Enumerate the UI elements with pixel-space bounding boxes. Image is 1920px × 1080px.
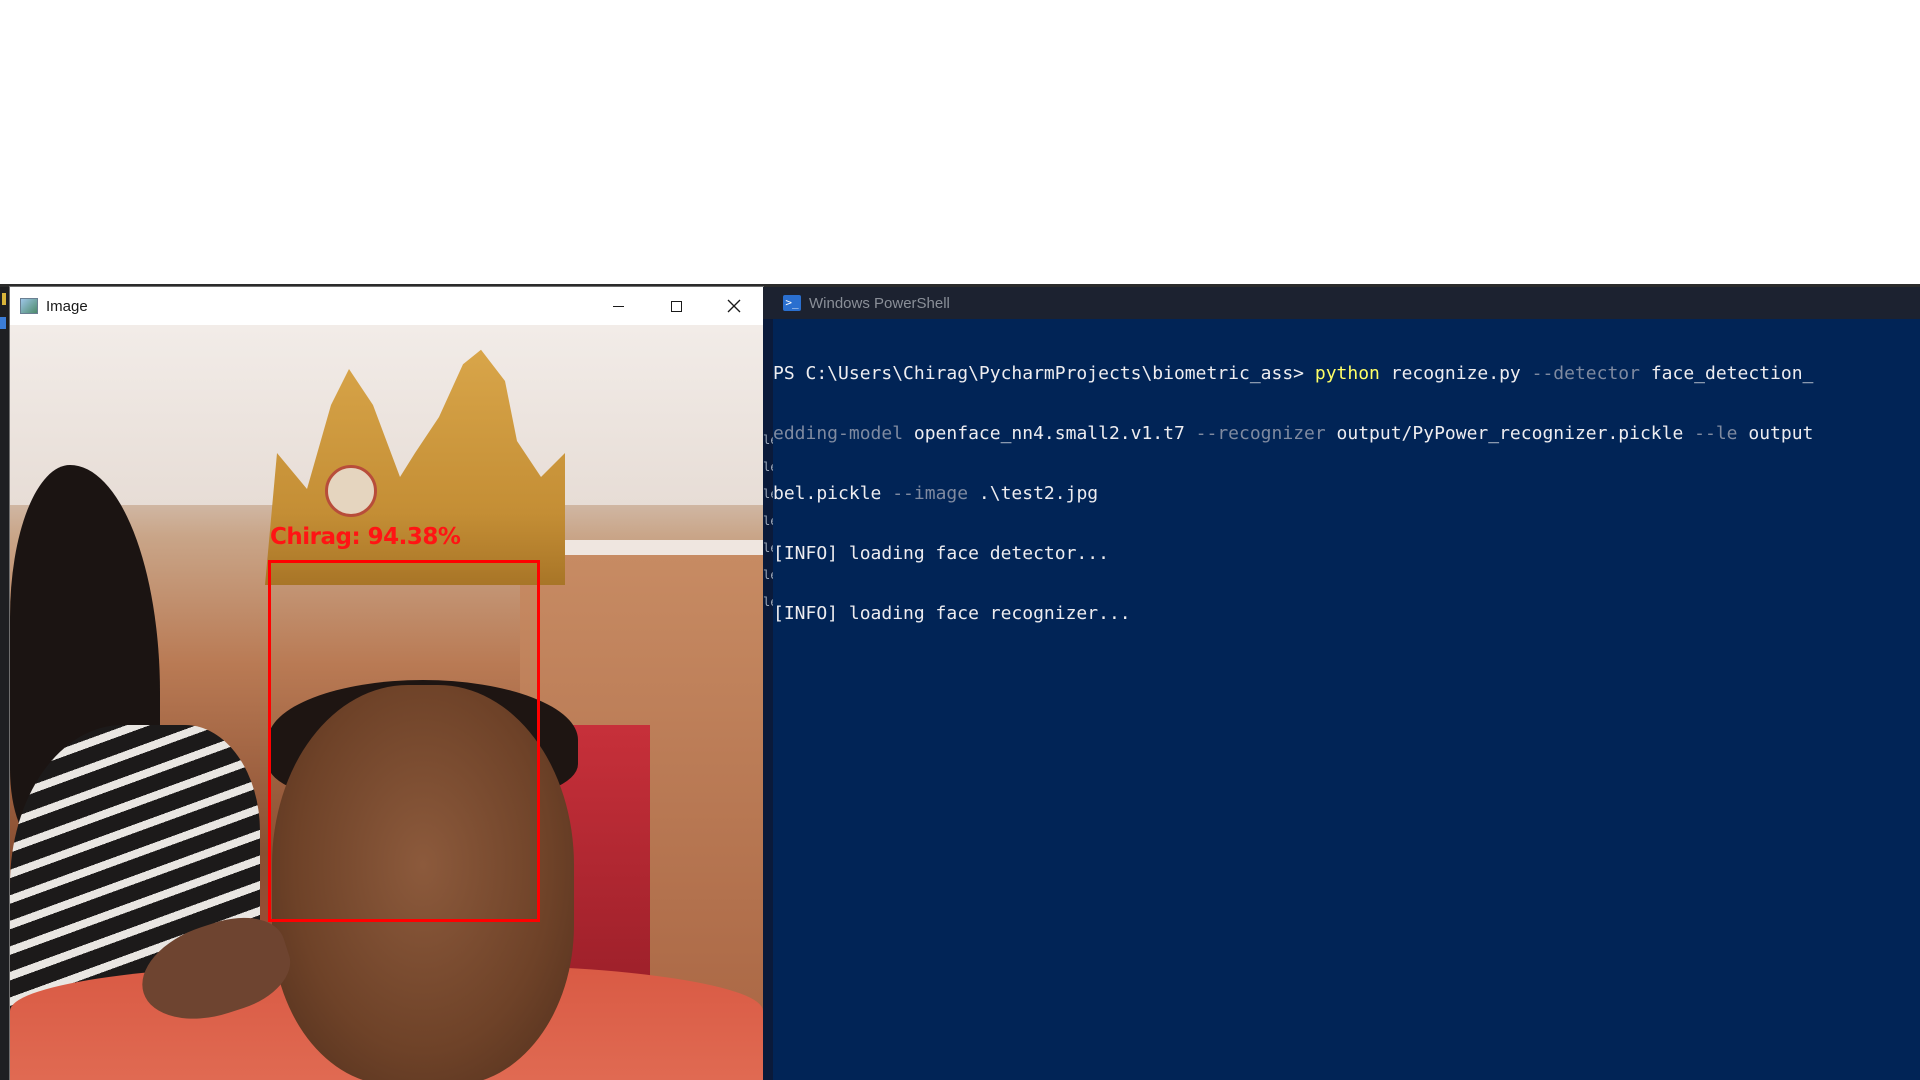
console-line: PS C:\Users\Chirag\PycharmProjects\biome… xyxy=(773,364,1920,384)
console-argument: .\test2.jpg xyxy=(968,483,1099,504)
background-window-edge xyxy=(0,287,10,1080)
console-argument: face_detection_ xyxy=(1639,363,1814,384)
console-line: bel.pickle --image .\test2.jpg xyxy=(773,484,1920,504)
close-icon xyxy=(727,299,741,313)
gutter-marker: le xyxy=(763,514,773,528)
close-button[interactable] xyxy=(705,287,763,325)
image-window-title: Image xyxy=(46,297,88,315)
console-info-text: [INFO] loading face detector... xyxy=(773,543,1109,564)
image-canvas: Chirag: 94.38% xyxy=(10,325,763,1080)
console-argument: recognize.py xyxy=(1379,363,1532,384)
maximize-button[interactable] xyxy=(647,287,705,325)
console-left-gutter: le le le le le le le xyxy=(763,319,773,1080)
powershell-window[interactable]: >_ Windows PowerShell le le le le le le … xyxy=(763,287,1920,1080)
console-parameter: --recognizer xyxy=(1195,423,1326,444)
gutter-marker: le xyxy=(763,487,773,501)
console-prompt: PS C:\Users\Chirag\PycharmProjects\biome… xyxy=(773,363,1315,384)
powershell-icon: >_ xyxy=(783,295,801,311)
console-line: [INFO] loading face recognizer... xyxy=(773,604,1920,624)
powershell-title: Windows PowerShell xyxy=(809,294,950,312)
gutter-marker: le xyxy=(763,541,773,555)
photo-crown-badge xyxy=(325,465,377,517)
console-output[interactable]: PS C:\Users\Chirag\PycharmProjects\biome… xyxy=(773,324,1920,664)
face-recognition-label: Chirag: 94.38% xyxy=(270,524,461,550)
image-app-icon xyxy=(20,298,38,314)
console-parameter: edding-model xyxy=(773,423,904,444)
editor-marker xyxy=(0,317,6,329)
console-parameter: --le xyxy=(1694,423,1738,444)
console-line: [INFO] loading face detector... xyxy=(773,544,1920,564)
console-argument: output xyxy=(1737,423,1814,444)
gutter-marker: le xyxy=(763,460,773,474)
minimize-button[interactable] xyxy=(589,287,647,325)
image-window[interactable]: Image Chirag: 94.38% xyxy=(10,287,763,1080)
window-controls xyxy=(589,287,763,325)
console-command: python xyxy=(1314,363,1380,384)
console-info-text: [INFO] loading face recognizer... xyxy=(773,603,1131,624)
console-argument: bel.pickle xyxy=(773,483,893,504)
console-parameter: --image xyxy=(892,483,969,504)
face-bounding-box xyxy=(268,560,540,922)
gutter-marker: le xyxy=(763,433,773,447)
console-argument: openface_nn4.small2.v1.t7 xyxy=(903,423,1196,444)
console-argument: output/PyPower_recognizer.pickle xyxy=(1325,423,1695,444)
image-window-titlebar[interactable]: Image xyxy=(10,287,763,325)
powershell-titlebar[interactable]: >_ Windows PowerShell xyxy=(763,287,1920,319)
editor-marker xyxy=(2,293,6,305)
gutter-marker: le xyxy=(763,595,773,609)
gutter-marker: le xyxy=(763,568,773,582)
console-parameter: --detector xyxy=(1531,363,1640,384)
console-line: edding-model openface_nn4.small2.v1.t7 -… xyxy=(773,424,1920,444)
